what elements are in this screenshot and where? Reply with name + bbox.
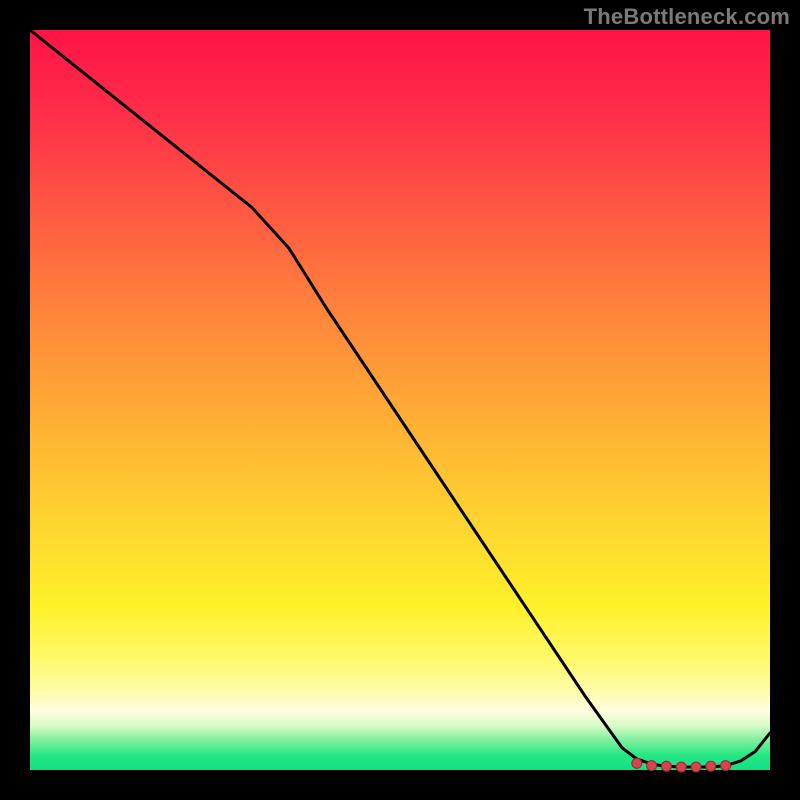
optimum-dot [721,761,731,771]
chart-plot-area [30,30,770,770]
optimum-dot [676,762,686,772]
optimum-dot-cluster [632,758,731,772]
optimum-dot [632,758,642,768]
optimum-dot [661,761,671,771]
optimum-dot [691,762,701,772]
bottleneck-curve [30,30,770,767]
optimum-dot [706,761,716,771]
stage: TheBottleneck.com [0,0,800,800]
chart-svg [30,30,770,770]
optimum-dot [647,761,657,771]
watermark-text: TheBottleneck.com [584,4,790,30]
